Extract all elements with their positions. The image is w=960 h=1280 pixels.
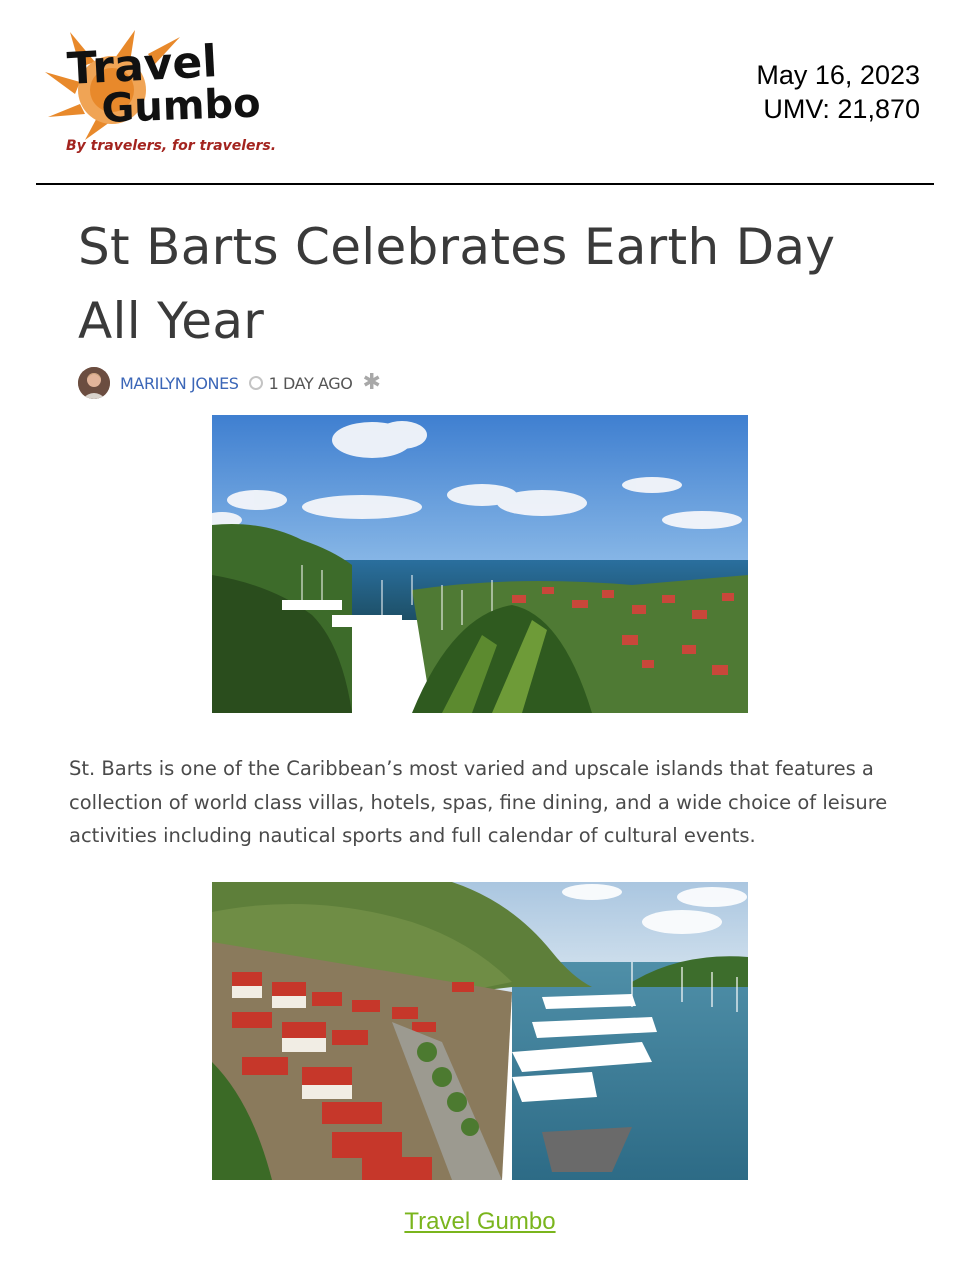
logo-tagline: By travelers, for travelers.	[66, 138, 276, 154]
article-title: St Barts Celebrates Earth Day All Year	[78, 218, 836, 350]
asterisk-icon: ✱	[362, 370, 381, 395]
clock-icon	[248, 376, 263, 390]
article-body: St. Barts is one of the Caribbean’s most…	[69, 757, 888, 847]
logo-line2: Gumbo	[101, 80, 262, 132]
harbor-photo	[212, 415, 748, 713]
header-divider	[36, 183, 934, 185]
footer: Travel Gumbo	[0, 1208, 960, 1236]
harbor-town-photo	[212, 882, 748, 1180]
header-meta: May 16, 2023 UMV: 21,870	[756, 58, 920, 126]
umv-count: UMV: 21,870	[763, 94, 920, 124]
travel-gumbo-link[interactable]: Travel Gumbo	[404, 1208, 555, 1235]
author-avatar[interactable]	[78, 367, 110, 399]
post-time: 1 DAY AGO	[268, 373, 353, 393]
author-link[interactable]: MARILYN JONES	[120, 374, 239, 393]
report-date: May 16, 2023	[756, 60, 920, 90]
article-byline: MARILYN JONES 1 DAY AGO ✱	[78, 366, 381, 400]
travel-gumbo-logo: Travel Gumbo By travelers, for travelers…	[40, 22, 280, 162]
